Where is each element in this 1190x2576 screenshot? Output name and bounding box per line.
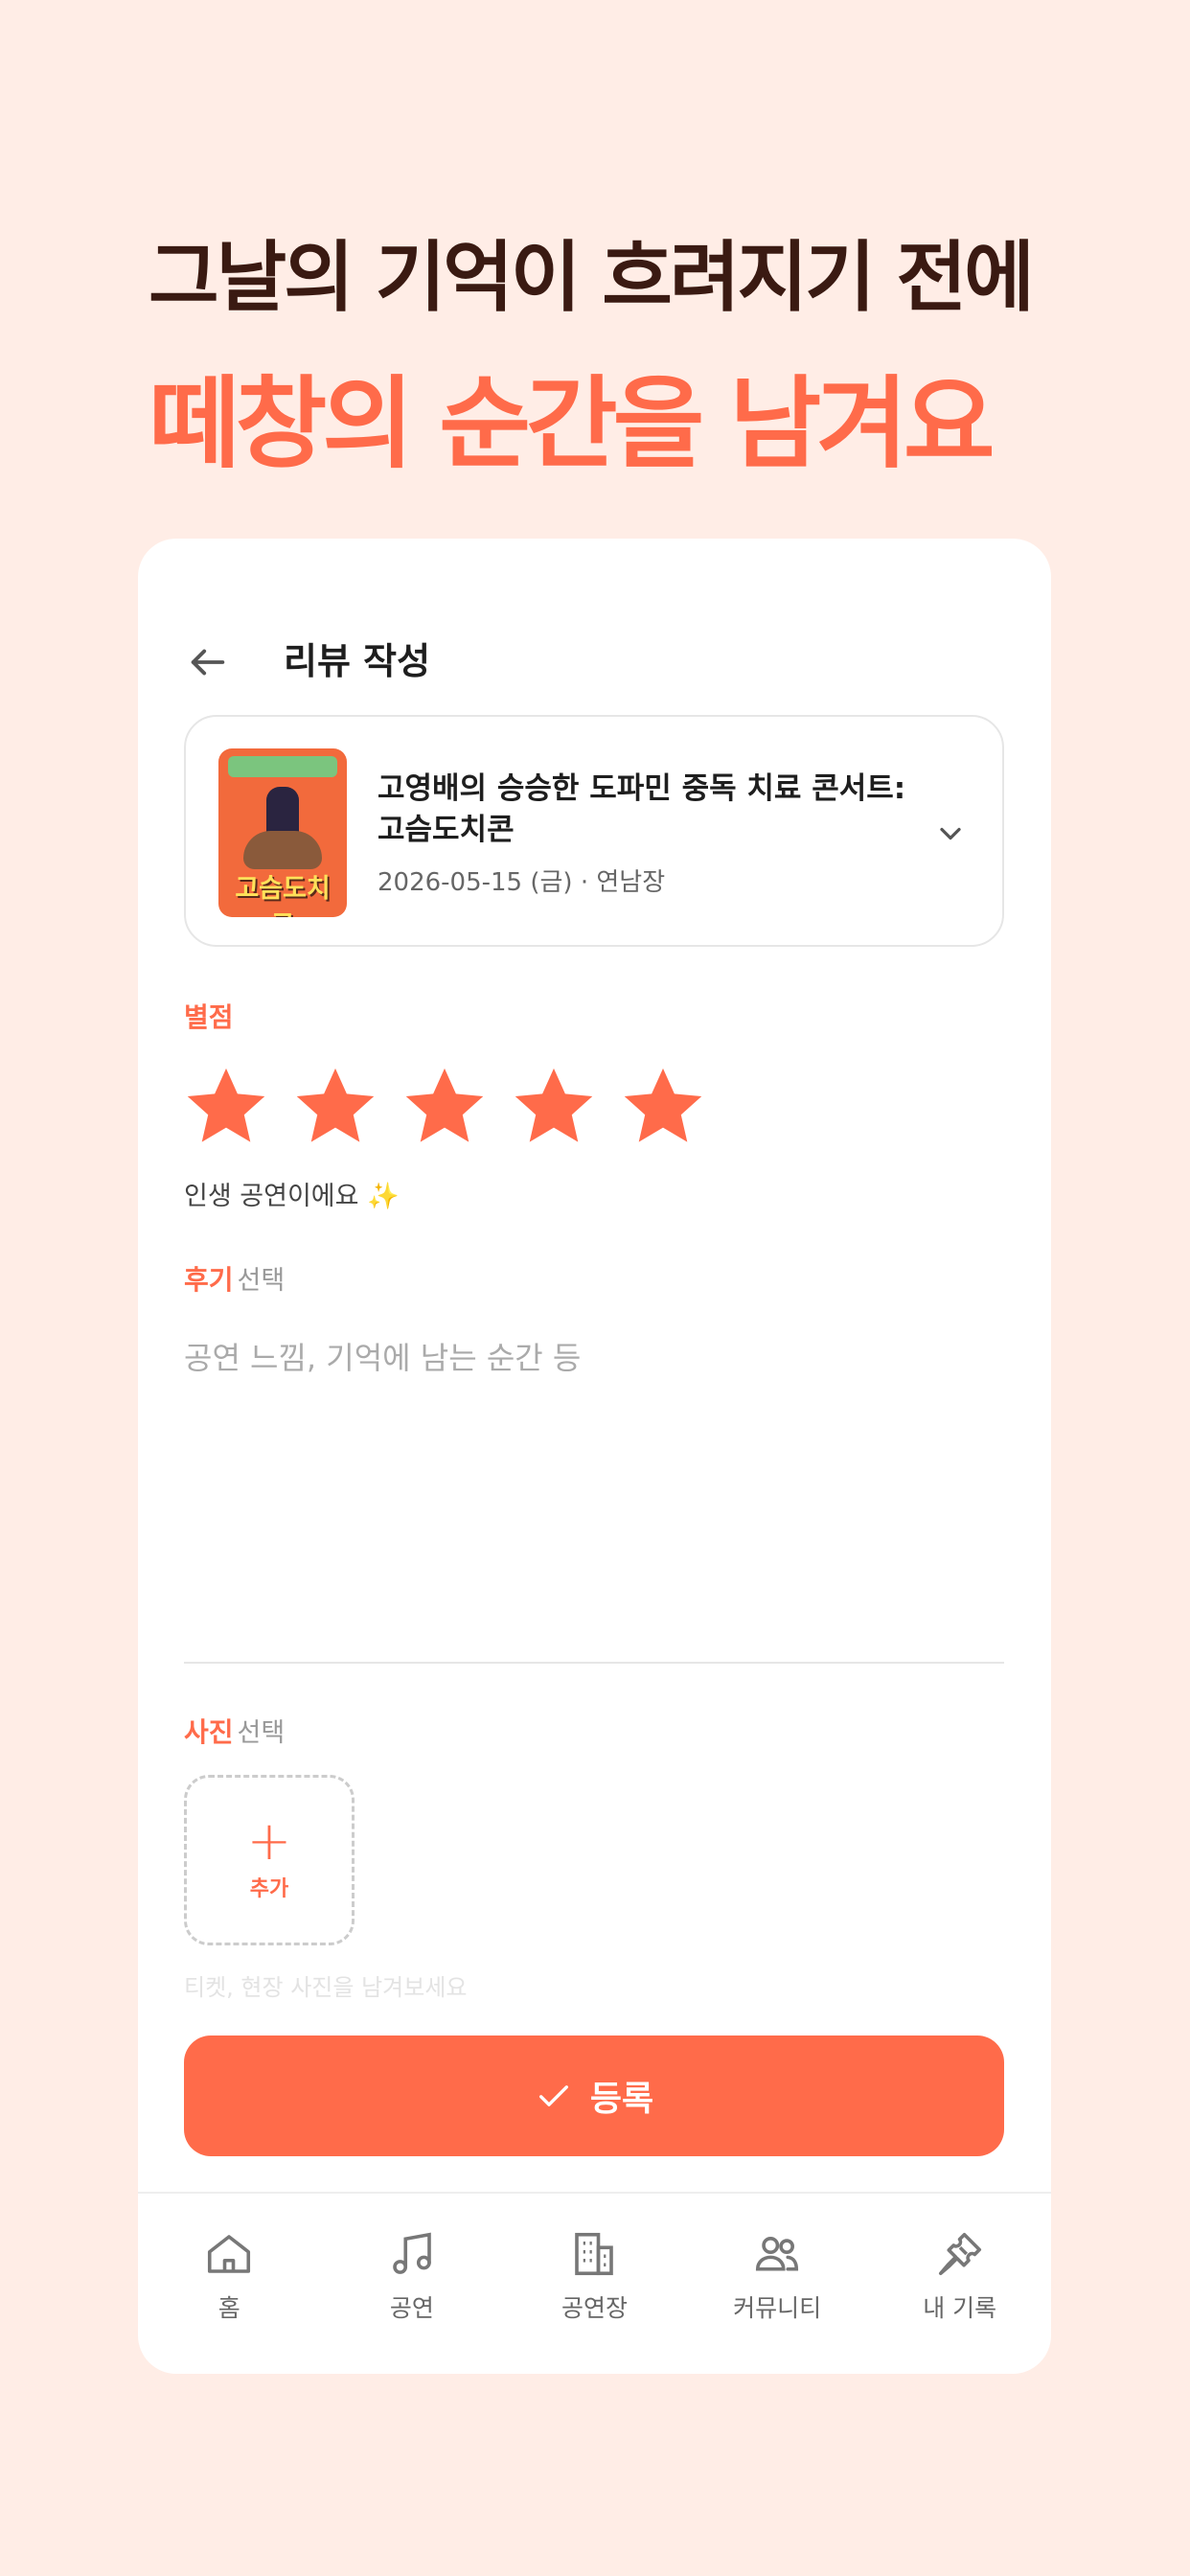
submit-button[interactable]: 등록: [184, 2036, 1004, 2156]
page-title: 리뷰 작성: [284, 640, 431, 682]
add-photo-label: 추가: [249, 1877, 289, 1901]
home-icon: [208, 2235, 251, 2273]
photo-label-text: 사진: [184, 1716, 234, 1748]
tab-community[interactable]: 커뮤니티: [686, 2194, 869, 2374]
performance-title: 고영배의 승승한 도파민 중독 치료 콘서트: 고슴도치콘: [378, 771, 906, 847]
performance-selector[interactable]: 고슴도치콘 고영배의 승승한 도파민 중독 치료 콘서트: 고슴도치콘 2026…: [184, 715, 1004, 947]
performance-poster: 고슴도치콘: [218, 748, 347, 917]
add-photo-button[interactable]: + 추가: [184, 1775, 355, 1945]
tab-venues[interactable]: 공연장: [503, 2194, 686, 2374]
plus-icon: +: [246, 1810, 292, 1873]
performance-meta: 2026-05-15 (금) · 연남장: [378, 868, 666, 897]
star-icon[interactable]: [291, 1062, 379, 1150]
poster-band: [228, 756, 337, 777]
arrow-left-icon[interactable]: [186, 640, 230, 684]
photo-label: 사진 선택: [184, 1712, 285, 1750]
ticket-icon: [938, 2232, 981, 2276]
review-optional-tag: 선택: [237, 1266, 286, 1296]
review-label-text: 후기: [184, 1264, 234, 1296]
headline-line-2: 떼창의 순간을 남겨요: [149, 365, 995, 482]
star-icon[interactable]: [182, 1062, 270, 1150]
rating-label: 별점: [184, 997, 234, 1035]
promo-headline: 그날의 기억이 흐려지기 전에 떼창의 순간을 남겨요: [149, 233, 1035, 482]
tab-performances[interactable]: 공연: [321, 2194, 504, 2374]
submit-label: 등록: [589, 2079, 654, 2118]
tab-my-records-label: 내 기록: [923, 2294, 997, 2322]
tab-performances-label: 공연: [389, 2294, 434, 2322]
bottom-tab-bar: 홈 공연 공연장 커뮤니티 내 기록: [138, 2192, 1051, 2374]
tab-home[interactable]: 홈: [138, 2194, 321, 2374]
tab-home-label: 홈: [217, 2294, 240, 2322]
review-label: 후기 선택: [184, 1259, 285, 1298]
photo-optional-tag: 선택: [237, 1718, 286, 1748]
rating-label-text: 별점: [184, 1001, 234, 1033]
tab-my-records[interactable]: 내 기록: [868, 2194, 1051, 2374]
chevron-down-icon[interactable]: [933, 816, 968, 851]
tab-venues-label: 공연장: [561, 2294, 628, 2322]
tab-community-label: 커뮤니티: [733, 2294, 822, 2322]
music-note-icon: [393, 2232, 431, 2274]
star-icon[interactable]: [619, 1062, 707, 1150]
rating-description: 인생 공연이에요 ✨: [184, 1182, 400, 1211]
photo-hint: 티켓, 현장 사진을 남겨보세요: [184, 1974, 468, 2001]
star-icon[interactable]: [510, 1062, 598, 1150]
poster-title: 고슴도치콘: [235, 874, 331, 917]
top-bar: 리뷰 작성: [138, 623, 1051, 700]
users-icon: [756, 2237, 799, 2271]
review-divider: [184, 1662, 1004, 1664]
headline-line-1: 그날의 기억이 흐려지기 전에: [149, 233, 1035, 322]
building-icon: [575, 2232, 614, 2276]
review-textarea[interactable]: [184, 1334, 1004, 1641]
check-icon: [538, 2085, 568, 2106]
star-icon[interactable]: [400, 1062, 489, 1150]
poster-hedgehog: [243, 831, 322, 869]
star-rating[interactable]: [182, 1062, 707, 1150]
phone-screen: 리뷰 작성 고슴도치콘 고영배의 승승한 도파민 중독 치료 콘서트: 고슴도치…: [138, 539, 1051, 2374]
